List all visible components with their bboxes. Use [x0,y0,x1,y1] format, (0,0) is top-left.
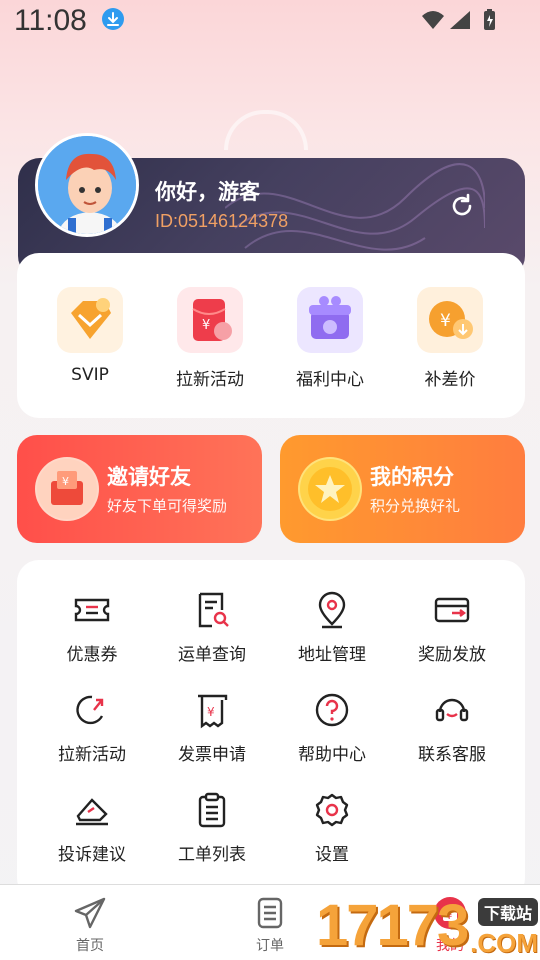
avatar[interactable] [35,133,139,237]
watermark-domain: .COM [470,928,538,958]
user-id: ID:05146124378 [155,211,289,231]
complaint-tag-icon [72,790,112,830]
location-pin-icon [312,590,352,630]
service-label: 工单列表 [178,845,246,865]
star-coin-icon [298,457,362,521]
status-time: 11:08 [14,4,87,37]
watermark-number: 17173 [316,893,469,958]
coupon-icon [72,590,112,630]
status-icons [420,8,500,32]
service-label: 地址管理 [298,645,366,665]
invite-envelope-icon: ¥ [35,457,99,521]
service-label: 拉新活动 [58,745,126,765]
tab-orders[interactable]: 订单 [230,895,310,955]
my-points-card[interactable]: 我的积分 积分兑换好礼 [280,435,525,543]
service-reward[interactable]: 奖励发放 [397,590,507,665]
service-help[interactable]: 帮助中心 [277,690,387,765]
service-invite[interactable]: 拉新活动 [37,690,147,765]
status-bar: 11:08 [0,0,540,44]
quick-item-welfare[interactable]: 福利中心 [275,287,385,390]
gift-box-icon [297,287,363,353]
tab-label: 订单 [256,938,284,954]
order-list-icon [252,895,288,931]
card-reward-icon [432,590,472,630]
services-card: 优惠券 运单查询 地址管理 奖励发放 拉新活动 ¥ 发票申请 帮助中心 联系客服… [17,560,525,900]
promo-title: 邀请好友 [107,465,191,489]
tab-home[interactable]: 首页 [50,895,130,955]
service-invoice[interactable]: ¥ 发票申请 [157,690,267,765]
yuan-coin-icon: ¥ [417,287,483,353]
svg-text:¥: ¥ [207,705,215,719]
quick-item-price-diff[interactable]: ¥ 补差价 [395,287,505,390]
wifi-signal-battery-icon [422,9,495,30]
service-label: 联系客服 [418,745,486,765]
paper-plane-icon [72,895,108,931]
service-label: 投诉建议 [58,845,126,865]
service-label: 帮助中心 [298,745,366,765]
quick-item-invite[interactable]: ¥ 拉新活动 [155,287,265,390]
invoice-icon: ¥ [192,690,232,730]
download-icon [102,8,124,30]
service-contact[interactable]: 联系客服 [397,690,507,765]
quick-item-label: SVIP [71,365,109,385]
service-coupon[interactable]: 优惠券 [37,590,147,665]
promo-title: 我的积分 [370,465,454,489]
service-complaint[interactable]: 投诉建议 [37,790,147,865]
service-label: 发票申请 [178,745,246,765]
service-label: 设置 [315,845,349,865]
promo-subtitle: 好友下单可得奖励 [107,497,228,515]
headset-icon [432,690,472,730]
service-waybill-query[interactable]: 运单查询 [157,590,267,665]
refresh-icon[interactable] [448,192,476,220]
quick-item-label: 拉新活动 [176,370,244,390]
tab-label: 首页 [76,938,104,954]
diamond-vip-icon [57,287,123,353]
quick-item-svip[interactable]: SVIP [35,287,145,385]
gear-icon [312,790,352,830]
svg-text:¥: ¥ [62,475,69,488]
quick-actions-card: SVIP ¥ 拉新活动 福利中心 ¥ 补差价 [17,253,525,418]
quick-item-label: 补差价 [424,370,476,390]
service-address[interactable]: 地址管理 [277,590,387,665]
waybill-search-icon [192,590,232,630]
background-decoration [224,110,308,150]
invite-friends-card[interactable]: ¥ 邀请好友 好友下单可得奖励 [17,435,262,543]
service-label: 优惠券 [66,645,118,665]
clipboard-list-icon [192,790,232,830]
promo-subtitle: 积分兑换好礼 [370,497,461,515]
refresh-arrow-icon [72,690,112,730]
quick-item-label: 福利中心 [296,370,364,390]
svg-text:¥: ¥ [440,311,451,331]
service-label: 奖励发放 [418,645,486,665]
svg-text:¥: ¥ [202,318,210,333]
watermark-logo: 17173 下载站 .COM [316,892,540,960]
service-label: 运单查询 [178,645,246,665]
service-ticket-list[interactable]: 工单列表 [157,790,267,865]
help-question-icon [312,690,352,730]
greeting-text: 你好，游客 [155,180,260,204]
service-settings[interactable]: 设置 [277,790,387,865]
red-envelope-icon: ¥ [177,287,243,353]
watermark-site: 下载站 [477,898,538,926]
